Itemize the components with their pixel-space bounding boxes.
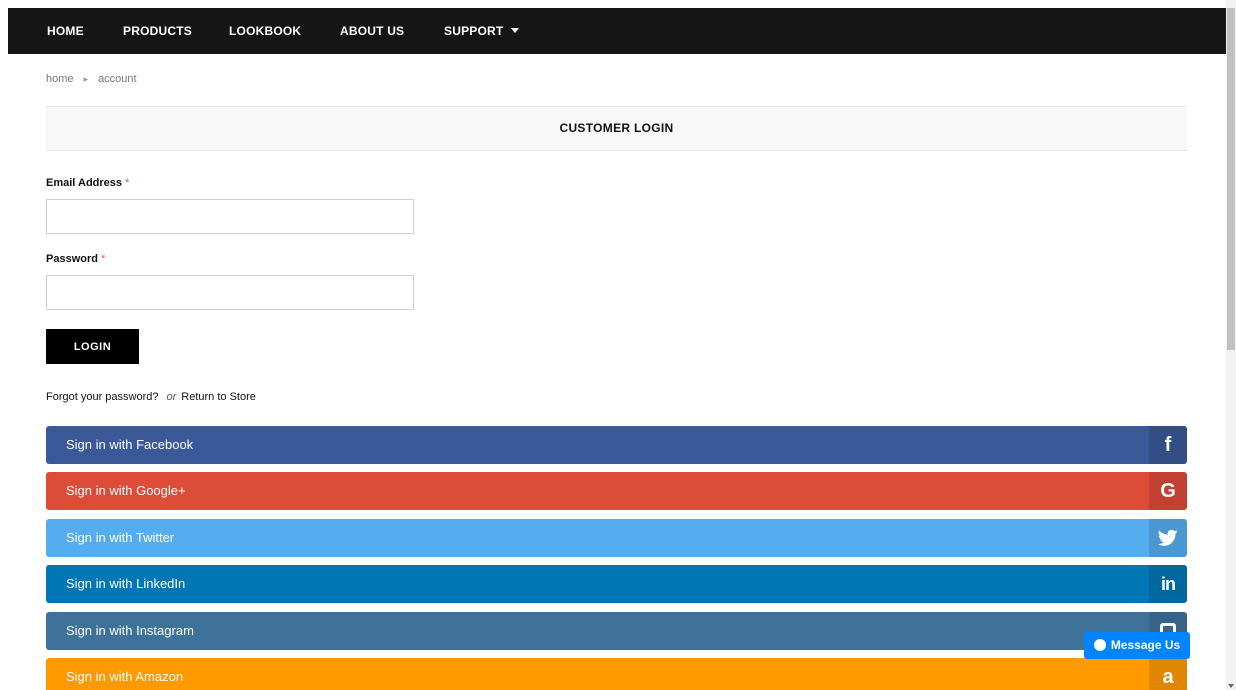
- required-marker: *: [100, 253, 106, 265]
- linkedin-icon: in: [1149, 565, 1187, 603]
- twitter-bird-svg: [1157, 529, 1178, 546]
- forgot-password-link[interactable]: Forgot your password?: [46, 391, 159, 403]
- email-field[interactable]: [46, 199, 414, 234]
- messenger-icon: [1093, 638, 1106, 651]
- breadcrumb-home[interactable]: home: [46, 73, 74, 85]
- sign-in-twitter-label: Sign in with Twitter: [66, 530, 175, 545]
- nav-products[interactable]: PRODUCTS: [123, 8, 192, 54]
- password-field[interactable]: [46, 275, 414, 310]
- caret-down-icon: [511, 28, 520, 34]
- login-button[interactable]: LOGIN: [46, 329, 139, 364]
- or-text: or: [166, 391, 177, 403]
- nav-support[interactable]: SUPPORT: [444, 8, 520, 54]
- email-label: Email Address *: [46, 177, 129, 189]
- amazon-icon: a: [1149, 658, 1187, 690]
- sign-in-google-button[interactable]: Sign in with Google+ G: [46, 472, 1187, 510]
- google-icon: G: [1149, 472, 1187, 510]
- facebook-icon: f: [1149, 426, 1187, 464]
- page-scrollbar[interactable]: [1226, 0, 1236, 690]
- chevron-right-icon: ▸: [83, 74, 89, 84]
- top-navigation: HOME PRODUCTS LOOKBOOK ABOUT US SUPPORT: [8, 8, 1226, 54]
- scroll-down-arrow-icon[interactable]: [1228, 684, 1234, 688]
- password-label: Password *: [46, 253, 105, 265]
- sign-in-google-label: Sign in with Google+: [66, 483, 186, 498]
- nav-support-label: SUPPORT: [444, 24, 504, 38]
- sign-in-twitter-button[interactable]: Sign in with Twitter: [46, 519, 1187, 557]
- message-us-label: Message Us: [1110, 638, 1181, 652]
- sign-in-linkedin-button[interactable]: Sign in with LinkedIn in: [46, 565, 1187, 603]
- sign-in-facebook-label: Sign in with Facebook: [66, 437, 194, 452]
- sign-in-linkedin-label: Sign in with LinkedIn: [66, 576, 186, 591]
- password-label-text: Password: [46, 253, 98, 265]
- return-to-store-link[interactable]: Return to Store: [181, 391, 256, 403]
- scrollbar-thumb[interactable]: [1227, 8, 1235, 350]
- sign-in-amazon-label: Sign in with Amazon: [66, 669, 184, 684]
- page-title: CUSTOMER LOGIN: [46, 106, 1187, 151]
- required-marker: *: [125, 177, 130, 189]
- nav-about-us[interactable]: ABOUT US: [340, 8, 404, 54]
- sign-in-amazon-button[interactable]: Sign in with Amazon a: [46, 658, 1187, 690]
- page: HOME PRODUCTS LOOKBOOK ABOUT US SUPPORT …: [8, 8, 1226, 690]
- breadcrumb: home ▸ account: [46, 73, 137, 85]
- sign-in-facebook-button[interactable]: Sign in with Facebook f: [46, 426, 1187, 464]
- twitter-icon: [1149, 519, 1187, 557]
- sign-in-instagram-label: Sign in with Instagram: [66, 623, 194, 638]
- nav-home[interactable]: HOME: [47, 8, 84, 54]
- sign-in-instagram-button[interactable]: Sign in with Instagram: [46, 612, 1187, 650]
- nav-lookbook[interactable]: LOOKBOOK: [229, 8, 301, 54]
- email-label-text: Email Address: [46, 177, 123, 189]
- account-links: Forgot your password? or Return to Store: [46, 391, 256, 403]
- breadcrumb-current: account: [98, 73, 137, 85]
- message-us-button[interactable]: Message Us: [1084, 632, 1190, 659]
